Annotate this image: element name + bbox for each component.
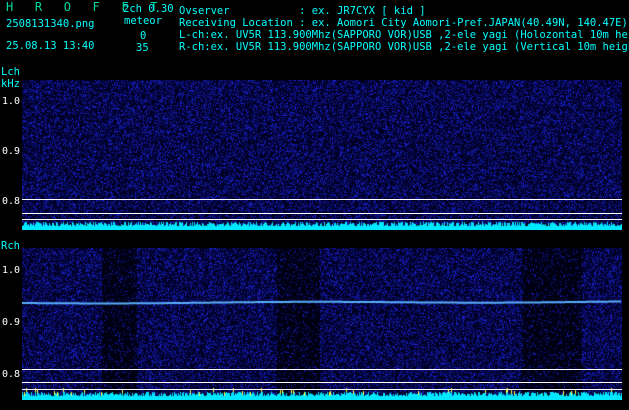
lch-ytick-2: 0.9 — [1, 146, 20, 157]
lch-reference-line-2 — [22, 213, 622, 214]
meteor-label: meteor — [124, 15, 162, 27]
meteor-count-lch: 0 — [140, 30, 147, 42]
rch-ytick-1: 1.0 — [1, 265, 20, 276]
channel-mode-label: 2ch 0.30 — [123, 3, 174, 15]
filename-label: 2508131340.png — [6, 18, 95, 30]
khz-axis-label: kHz — [1, 78, 20, 90]
meteor-count-rch: 35 — [136, 42, 149, 54]
rch-reference-line-3 — [22, 389, 622, 390]
rch-reference-line-2 — [22, 382, 622, 383]
rch-description-line: R-ch:ex. UV5R 113.900Mhz(SAPPORO VOR)USB… — [179, 41, 629, 53]
observer-line: Ovserver : ex. JR7CYX [ kid ] — [179, 5, 426, 17]
location-line: Receiving Location : ex. Aomori City Aom… — [179, 17, 628, 29]
lch-description-line: L-ch:ex. UV5R 113.900Mhz(SAPPORO VOR)USB… — [179, 29, 629, 41]
lch-spectrogram — [22, 80, 622, 230]
rch-ytick-3: 0.8 — [1, 369, 20, 380]
lch-reference-line-1 — [22, 199, 622, 200]
rch-spectrogram — [22, 248, 622, 400]
datetime-label: 25.08.13 13:40 — [6, 40, 95, 52]
lch-axis-label: Lch — [1, 66, 20, 78]
rch-ytick-2: 0.9 — [1, 317, 20, 328]
rch-axis-label: Rch — [1, 240, 20, 252]
lch-ytick-3: 0.8 — [1, 196, 20, 207]
lch-reference-line-3 — [22, 219, 622, 220]
lch-ytick-1: 1.0 — [1, 96, 20, 107]
rch-reference-line-1 — [22, 369, 622, 370]
